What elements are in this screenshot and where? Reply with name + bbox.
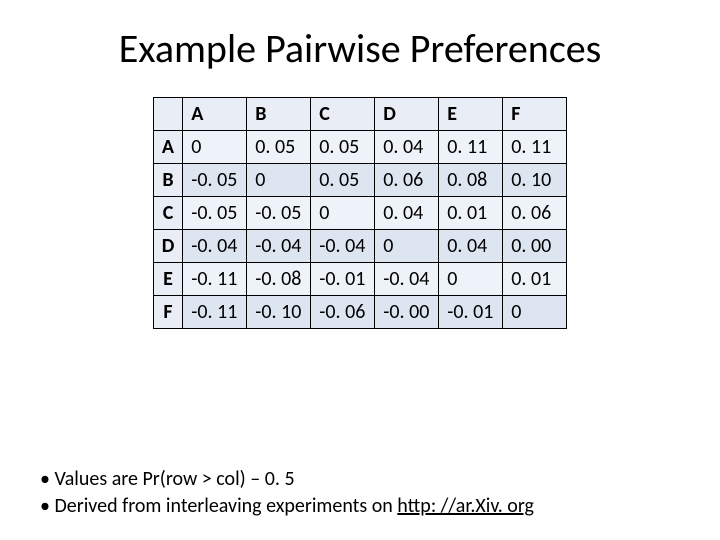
footnotes: Values are Pr(row > col) – 0. 5 Derived … bbox=[40, 466, 680, 520]
cell: 0 bbox=[247, 164, 311, 197]
cell: -0. 04 bbox=[375, 263, 439, 296]
cell: -0. 05 bbox=[247, 197, 311, 230]
cell: 0. 11 bbox=[503, 131, 567, 164]
row-header: E bbox=[153, 263, 183, 296]
cell: 0. 05 bbox=[311, 131, 375, 164]
cell: 0. 01 bbox=[439, 197, 503, 230]
cell: 0. 06 bbox=[375, 164, 439, 197]
page-title: Example Pairwise Preferences bbox=[40, 24, 680, 73]
cell: -0. 06 bbox=[311, 296, 375, 329]
cell: 0. 01 bbox=[503, 263, 567, 296]
cell: -0. 11 bbox=[183, 296, 247, 329]
slide: Example Pairwise Preferences A B C D E F… bbox=[0, 0, 720, 540]
cell: 0 bbox=[311, 197, 375, 230]
footnote-line: Derived from interleaving experiments on… bbox=[40, 493, 680, 520]
cell: 0. 11 bbox=[439, 131, 503, 164]
table-row: F -0. 11 -0. 10 -0. 06 -0. 00 -0. 01 0 bbox=[153, 296, 567, 329]
cell: 0 bbox=[375, 230, 439, 263]
cell: -0. 04 bbox=[311, 230, 375, 263]
col-header: C bbox=[311, 98, 375, 131]
cell: -0. 05 bbox=[183, 197, 247, 230]
footnote-line: Values are Pr(row > col) – 0. 5 bbox=[40, 466, 680, 493]
table-row: B -0. 05 0 0. 05 0. 06 0. 08 0. 10 bbox=[153, 164, 567, 197]
table-wrap: A B C D E F A 0 0. 05 0. 05 0. 04 0. 11 … bbox=[40, 97, 680, 329]
cell: -0. 04 bbox=[183, 230, 247, 263]
table-row: A 0 0. 05 0. 05 0. 04 0. 11 0. 11 bbox=[153, 131, 567, 164]
footnote-link[interactable]: http: //ar.Xiv. org bbox=[397, 494, 534, 518]
col-header: F bbox=[503, 98, 567, 131]
col-header: E bbox=[439, 98, 503, 131]
col-header: D bbox=[375, 98, 439, 131]
table-row: E -0. 11 -0. 08 -0. 01 -0. 04 0 0. 01 bbox=[153, 263, 567, 296]
row-header: A bbox=[153, 131, 183, 164]
table-row: D -0. 04 -0. 04 -0. 04 0 0. 04 0. 00 bbox=[153, 230, 567, 263]
cell: 0 bbox=[503, 296, 567, 329]
cell: 0 bbox=[439, 263, 503, 296]
cell: 0. 04 bbox=[375, 131, 439, 164]
cell: -0. 00 bbox=[375, 296, 439, 329]
cell: 0. 04 bbox=[439, 230, 503, 263]
col-header: A bbox=[183, 98, 247, 131]
cell: -0. 05 bbox=[183, 164, 247, 197]
table-row: C -0. 05 -0. 05 0 0. 04 0. 01 0. 06 bbox=[153, 197, 567, 230]
pairwise-table: A B C D E F A 0 0. 05 0. 05 0. 04 0. 11 … bbox=[153, 97, 568, 329]
cell: 0. 06 bbox=[503, 197, 567, 230]
footnote-text: Derived from interleaving experiments on bbox=[54, 494, 397, 518]
row-header: C bbox=[153, 197, 183, 230]
row-header: D bbox=[153, 230, 183, 263]
cell: 0. 08 bbox=[439, 164, 503, 197]
cell: 0 bbox=[183, 131, 247, 164]
cell: -0. 10 bbox=[247, 296, 311, 329]
footnote-text: Values are Pr(row > col) – 0. 5 bbox=[54, 467, 294, 491]
cell: 0. 05 bbox=[311, 164, 375, 197]
cell: 0. 10 bbox=[503, 164, 567, 197]
cell: -0. 11 bbox=[183, 263, 247, 296]
cell: 0. 05 bbox=[247, 131, 311, 164]
col-header: B bbox=[247, 98, 311, 131]
table-corner bbox=[153, 98, 183, 131]
cell: -0. 04 bbox=[247, 230, 311, 263]
cell: -0. 01 bbox=[439, 296, 503, 329]
row-header: B bbox=[153, 164, 183, 197]
cell: 0. 04 bbox=[375, 197, 439, 230]
cell: 0. 00 bbox=[503, 230, 567, 263]
table-header-row: A B C D E F bbox=[153, 98, 567, 131]
cell: -0. 01 bbox=[311, 263, 375, 296]
row-header: F bbox=[153, 296, 183, 329]
cell: -0. 08 bbox=[247, 263, 311, 296]
